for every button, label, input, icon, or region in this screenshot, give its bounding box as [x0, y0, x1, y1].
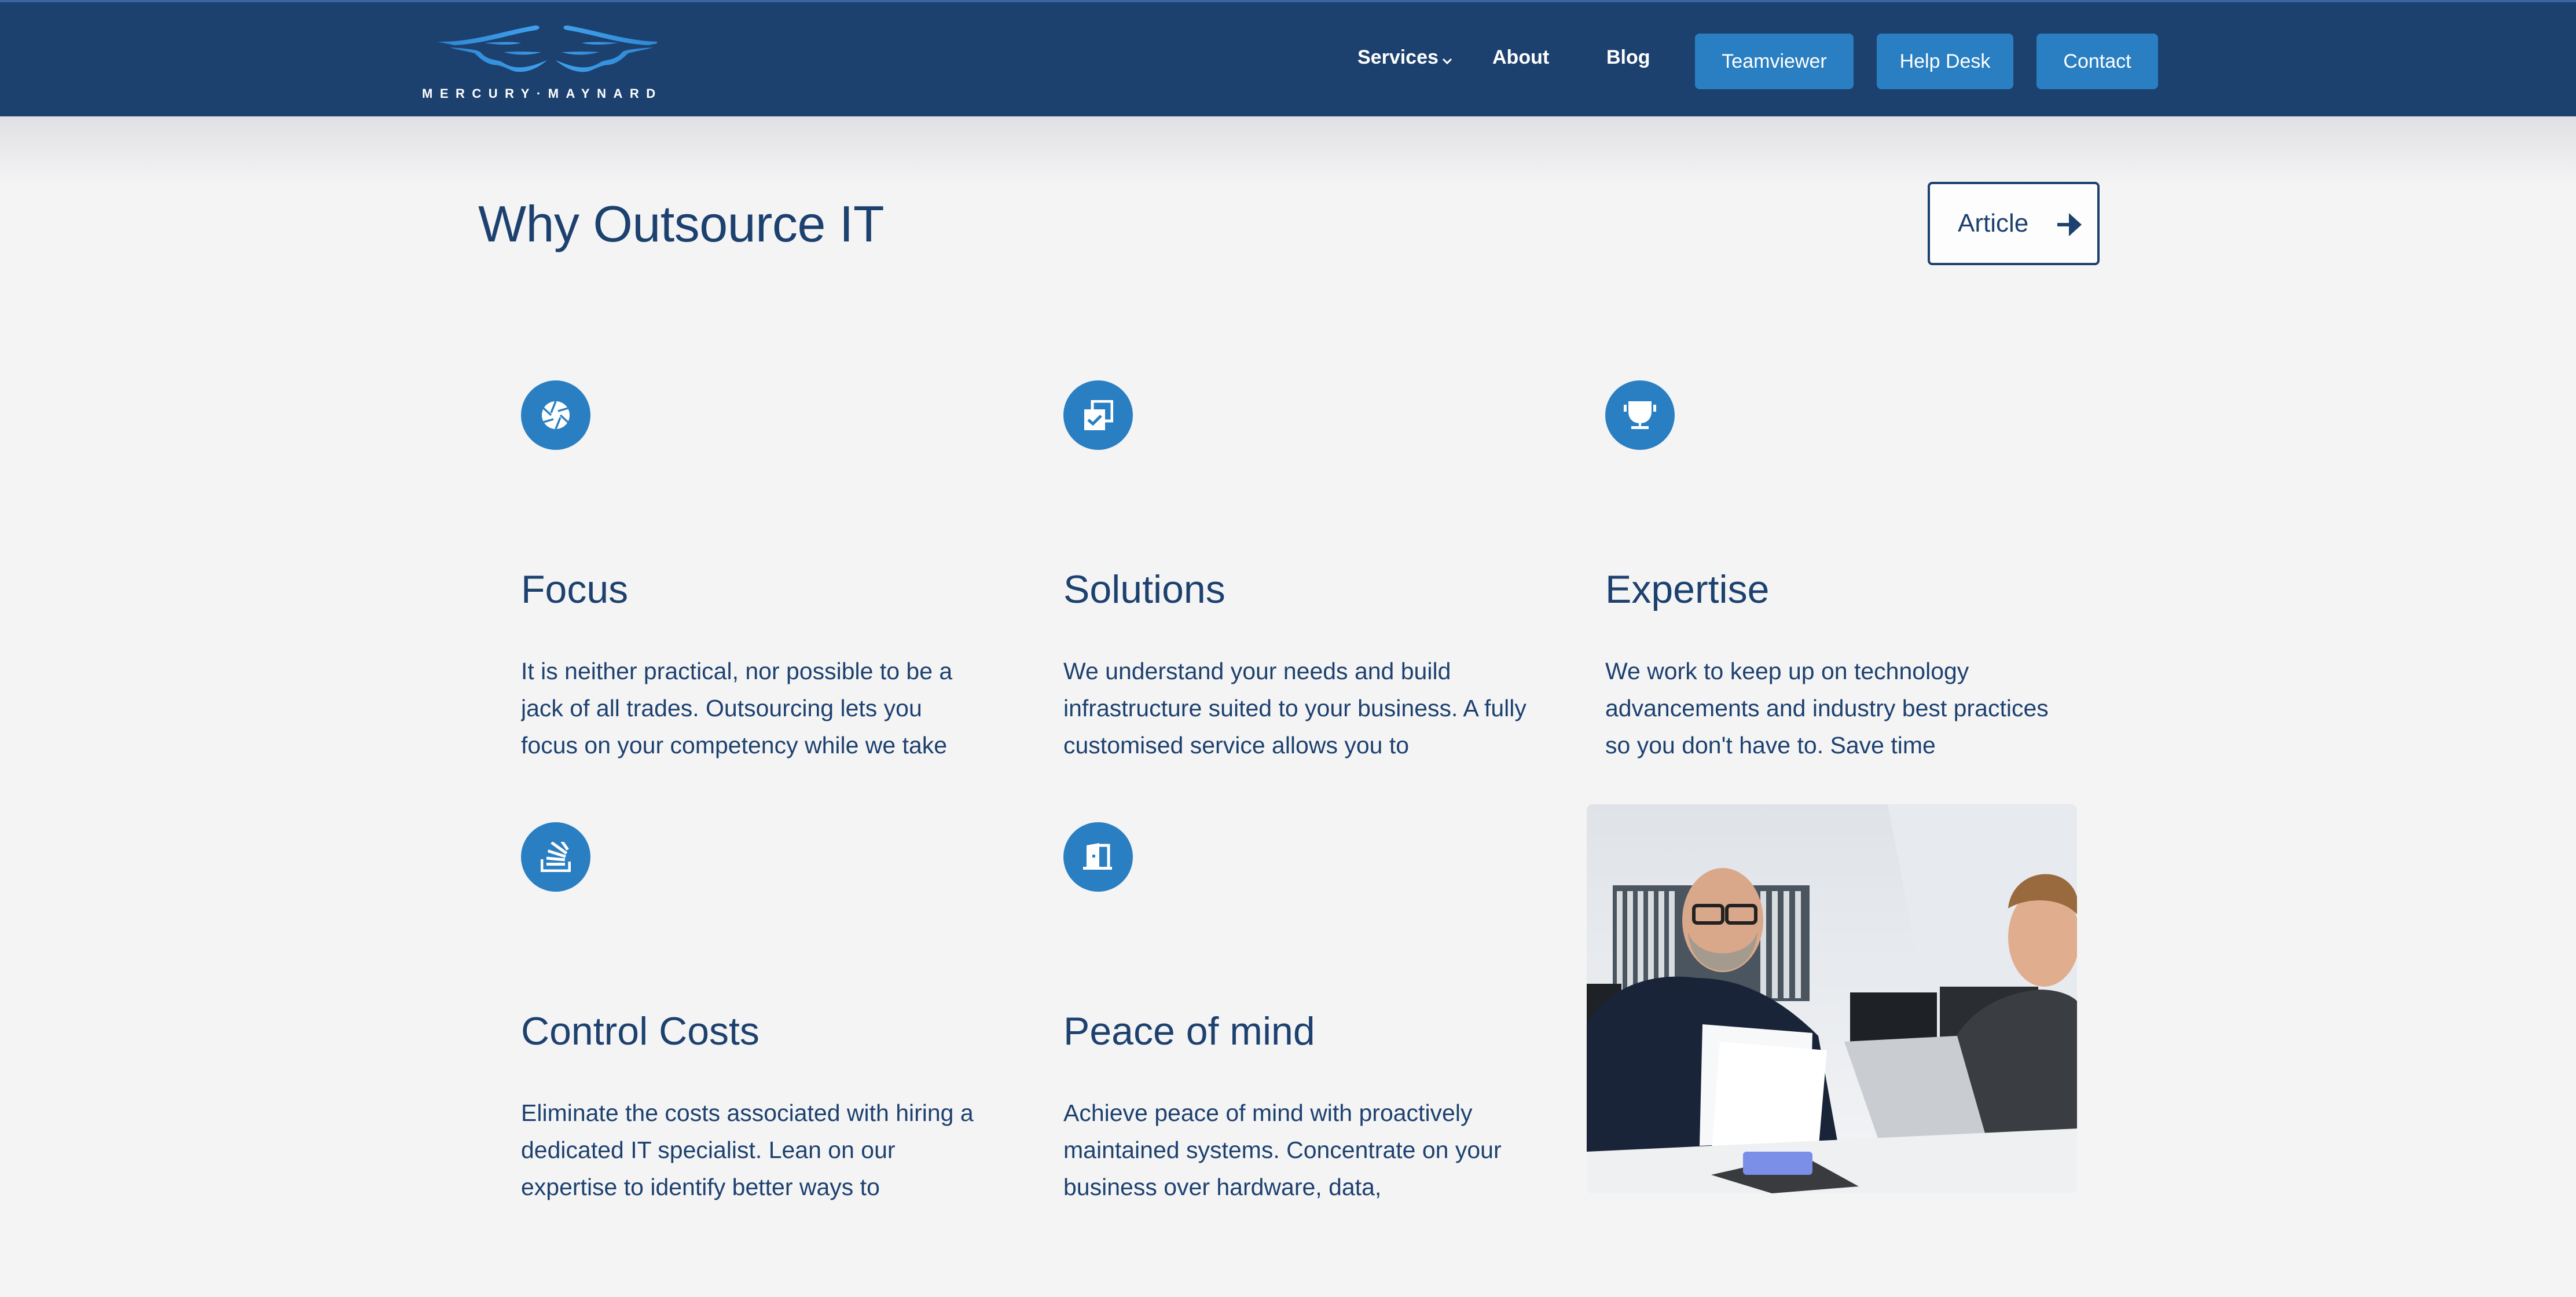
teamviewer-button[interactable]: Teamviewer — [1695, 34, 1854, 89]
nav-services-label: Services — [1357, 46, 1439, 68]
feature-description: It is neither practical, nor possible to… — [521, 658, 953, 759]
feature-icon-badge — [1063, 380, 1133, 450]
feature-icon-badge — [521, 380, 590, 450]
team-photo-illustration — [1587, 804, 2077, 1193]
trophy-icon — [1624, 401, 1656, 429]
feature-icon-badge — [1063, 822, 1133, 892]
arrow-right-icon — [2057, 213, 2083, 239]
feature-title: Solutions — [1063, 567, 1225, 611]
feature-description: Eliminate the costs associated with hiri… — [521, 1100, 974, 1200]
chevron-down-icon — [1442, 47, 1452, 70]
article-button-label: Article — [1958, 209, 2029, 237]
help-desk-button[interactable]: Help Desk — [1877, 34, 2013, 89]
stack-tray-icon — [541, 842, 571, 872]
site-header: MERCURY·MAYNARD Services About Blog Team… — [0, 0, 2576, 116]
feature-title: Control Costs — [521, 1009, 759, 1053]
aperture-icon — [542, 401, 570, 430]
team-photo — [1587, 804, 2077, 1193]
header-shadow — [0, 116, 2576, 186]
feature-description: We work to keep up on technology advance… — [1605, 658, 2049, 759]
nav-blog[interactable]: Blog — [1606, 46, 1650, 69]
open-door-icon — [1083, 843, 1112, 870]
nav-about[interactable]: About — [1492, 46, 1549, 69]
winged-logo-icon — [437, 25, 657, 72]
brand-name: MERCURY·MAYNARD — [422, 86, 663, 101]
contact-button[interactable]: Contact — [2036, 34, 2158, 89]
nav-services[interactable]: Services — [1357, 46, 1452, 70]
feature-title: Peace of mind — [1063, 1009, 1315, 1053]
article-button[interactable]: Article — [1928, 182, 2100, 265]
checked-copy-icon — [1084, 400, 1113, 430]
feature-description: We understand your needs and build infra… — [1063, 658, 1526, 759]
feature-title: Expertise — [1605, 567, 1770, 611]
feature-title: Focus — [521, 567, 629, 611]
feature-icon-badge — [1605, 380, 1675, 450]
section-title: Why Outsource IT — [478, 195, 885, 252]
brand-logo[interactable]: MERCURY·MAYNARD — [420, 19, 657, 105]
feature-icon-badge — [521, 822, 590, 892]
feature-description: Achieve peace of mind with proactively m… — [1063, 1100, 1502, 1200]
